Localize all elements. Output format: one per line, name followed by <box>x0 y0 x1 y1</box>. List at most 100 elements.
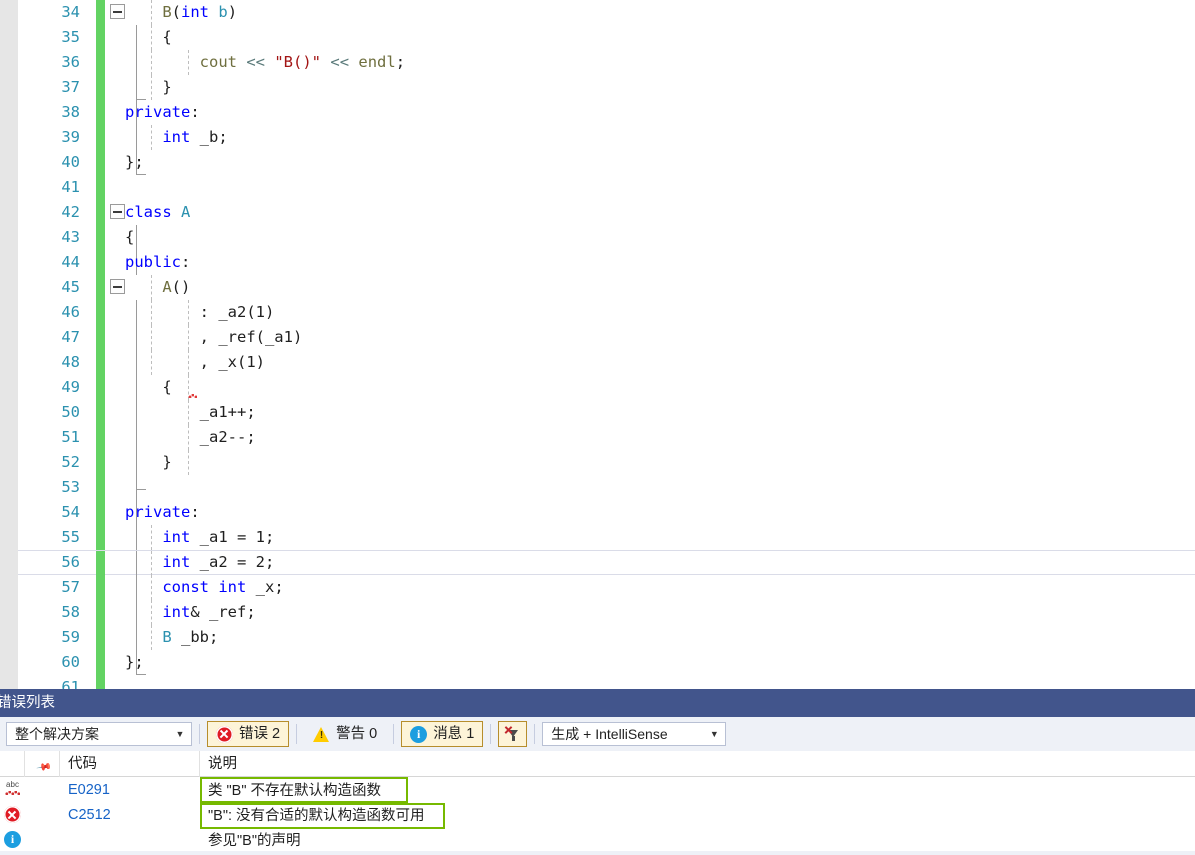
code-line[interactable]: 61 <box>18 675 1195 689</box>
row-description-cell[interactable]: "B": 没有合适的默认构造函数可用 <box>200 803 1195 829</box>
code-line[interactable]: 44 public: <box>18 250 1195 275</box>
change-bar <box>96 325 105 350</box>
code-line[interactable]: 58 int& _ref; <box>18 600 1195 625</box>
line-number: 52 <box>61 453 80 471</box>
line-number: 48 <box>61 353 80 371</box>
toolbar-separator <box>490 724 492 744</box>
line-number: 54 <box>61 503 80 521</box>
scope-dropdown[interactable]: 整个解决方案 ▼ <box>6 722 192 746</box>
code-text: cout << "B()" << endl; <box>199 53 406 71</box>
row-description-cell[interactable]: 参见"B"的声明 <box>200 829 1195 850</box>
code-text: int _a2 = 2; <box>162 553 275 571</box>
row-code[interactable]: C2512 <box>60 807 200 823</box>
code-line[interactable]: 55 int _a1 = 1; <box>18 525 1195 550</box>
code-line[interactable]: 50 _a1++; <box>18 400 1195 425</box>
filter-errors-button[interactable]: 错误 2 <box>207 721 290 747</box>
code-line-current[interactable]: 56 int _a2 = 2; <box>18 550 1195 576</box>
panel-title-text: 错误列表 <box>0 695 55 711</box>
code-line[interactable]: 54 private: <box>18 500 1195 525</box>
code-text: private: <box>125 103 200 121</box>
error-icon <box>216 725 233 743</box>
table-row[interactable]: E0291 类 "B" 不存在默认构造函数 <box>0 777 1195 803</box>
intellisense-squiggle-icon <box>4 780 21 798</box>
line-number: 59 <box>61 628 80 646</box>
line-number: 53 <box>61 478 80 496</box>
code-line[interactable]: 39 int _b; <box>18 125 1195 150</box>
filter-warnings-button[interactable]: 警告 0 <box>304 721 386 747</box>
code-line[interactable]: 42 class A <box>18 200 1195 225</box>
editor-text-area[interactable]: 34 B(int b) 35 { 36 cout << "B()" << end… <box>18 0 1195 689</box>
code-text: }; <box>125 653 144 671</box>
change-bar <box>96 175 105 200</box>
chevron-down-icon[interactable]: ▼ <box>173 722 187 746</box>
change-bar <box>96 375 105 400</box>
change-bar <box>96 600 105 625</box>
code-line[interactable]: 36 cout << "B()" << endl; <box>18 50 1195 75</box>
change-bar <box>96 675 105 689</box>
code-line[interactable]: 38 private: <box>18 100 1195 125</box>
change-bar <box>96 125 105 150</box>
line-number: 50 <box>61 403 80 421</box>
code-line[interactable]: 41 <box>18 175 1195 200</box>
code-text: B _bb; <box>162 628 219 646</box>
collapse-minus-icon[interactable] <box>110 279 125 294</box>
filter-messages-label: 消息 1 <box>433 725 475 742</box>
code-line[interactable]: 49 { <box>18 375 1195 400</box>
line-number: 51 <box>61 428 80 446</box>
column-header-description[interactable]: 说明 <box>200 751 1195 777</box>
row-description-cell[interactable]: 类 "B" 不存在默认构造函数 <box>200 777 1195 803</box>
row-description: 类 "B" 不存在默认构造函数 <box>208 783 382 799</box>
code-line[interactable]: 47 , _ref(_a1) <box>18 325 1195 350</box>
code-line[interactable]: 34 B(int b) <box>18 0 1195 25</box>
toolbar-separator <box>199 724 200 744</box>
code-line[interactable]: 59 B _bb; <box>18 625 1195 650</box>
code-line[interactable]: 45 A() <box>18 275 1195 300</box>
code-text: A() <box>162 278 191 296</box>
row-description: 参见"B"的声明 <box>208 833 301 849</box>
code-line[interactable]: 35 { <box>18 25 1195 50</box>
column-header-icon[interactable] <box>0 750 25 777</box>
code-text: { <box>125 28 172 46</box>
build-source-dropdown[interactable]: 生成 + IntelliSense ▼ <box>542 722 727 746</box>
code-line[interactable]: 51 _a2--; <box>18 425 1195 450</box>
code-line[interactable]: 60 }; <box>18 650 1195 675</box>
line-number: 60 <box>61 653 80 671</box>
change-bar <box>96 525 105 550</box>
change-bar <box>96 25 105 50</box>
line-number: 42 <box>61 203 80 221</box>
code-line[interactable]: 57 const int _x; <box>18 575 1195 600</box>
line-number: 49 <box>61 378 80 396</box>
table-row[interactable]: C2512 "B": 没有合适的默认构造函数可用 <box>0 802 1195 829</box>
line-number: 40 <box>61 153 80 171</box>
code-line[interactable]: 43 { <box>18 225 1195 250</box>
scope-dropdown-value: 整个解决方案 <box>15 726 99 742</box>
code-line[interactable]: 40 }; <box>18 150 1195 175</box>
chevron-down-icon[interactable]: ▼ <box>707 722 721 746</box>
change-bar <box>96 450 105 475</box>
filter-messages-button[interactable]: 消息 1 <box>401 721 484 747</box>
line-number: 41 <box>61 178 80 196</box>
error-list-title-bar[interactable]: 错误列表 <box>0 689 1195 717</box>
change-bar <box>96 0 105 25</box>
outlining-line <box>136 475 137 500</box>
code-line[interactable]: 46 : _a2(1) <box>18 300 1195 325</box>
column-header-pin[interactable]: 📌 <box>25 750 60 777</box>
clear-filter-button[interactable] <box>498 721 528 747</box>
line-number: 36 <box>61 53 80 71</box>
clear-filter-icon <box>504 725 521 743</box>
error-list-grid[interactable]: 📌 代码 说明 E0291 类 "B" 不存在默认构造函数 C2512 "B": <box>0 750 1195 855</box>
code-line[interactable]: 48 , _x(1) <box>18 350 1195 375</box>
code-text: int& _ref; <box>162 603 256 621</box>
table-row[interactable]: 参见"B"的声明 <box>0 827 1195 852</box>
change-bar <box>96 500 105 525</box>
column-header-code[interactable]: 代码 <box>60 750 200 777</box>
code-line[interactable]: 53 <box>18 475 1195 500</box>
error-list-panel: 错误列表 整个解决方案 ▼ 错误 2 警告 0 消息 1 <box>0 689 1195 855</box>
collapse-minus-icon[interactable] <box>110 204 125 219</box>
collapse-minus-icon[interactable] <box>110 4 125 19</box>
row-code[interactable]: E0291 <box>60 782 200 798</box>
code-line[interactable]: 37 } <box>18 75 1195 100</box>
code-editor[interactable]: 34 B(int b) 35 { 36 cout << "B()" << end… <box>0 0 1195 689</box>
row-severity-icon <box>0 780 25 798</box>
code-line[interactable]: 52 } <box>18 450 1195 475</box>
